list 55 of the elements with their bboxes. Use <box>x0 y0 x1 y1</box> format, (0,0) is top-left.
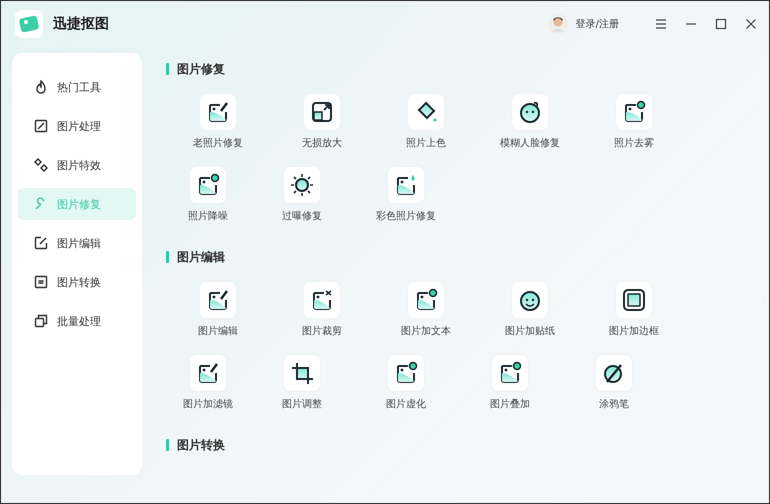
sidebar-item[interactable]: 热门工具 <box>18 71 136 103</box>
photo-drop-icon[interactable] <box>387 166 425 204</box>
photo-icon[interactable] <box>189 166 227 204</box>
flame-icon <box>34 80 48 94</box>
tool-label: 过曝修复 <box>282 210 322 223</box>
sidebar-item[interactable]: 图片特效 <box>18 149 136 181</box>
tool-label: 照片上色 <box>406 136 446 150</box>
menu-icon[interactable] <box>655 18 667 30</box>
photo-icon[interactable] <box>387 354 425 392</box>
close-icon[interactable] <box>745 18 757 30</box>
expand-icon[interactable] <box>303 93 341 131</box>
smiley-icon[interactable] <box>511 281 549 319</box>
square-pen-icon <box>34 119 48 133</box>
tool-label: 图片加滤镜 <box>183 398 233 411</box>
tool-label: 图片裁剪 <box>302 324 342 338</box>
tool-label: 老照片修复 <box>193 136 243 150</box>
layers-icon <box>34 314 48 328</box>
photo-plus-icon[interactable] <box>491 354 529 392</box>
sidebar-item[interactable]: 图片编辑 <box>18 227 136 259</box>
tool-label: 彩色照片修复 <box>376 210 436 223</box>
photo-scissors-icon[interactable] <box>303 281 341 319</box>
sidebar-item[interactable]: 图片转换 <box>18 266 136 298</box>
photo-icon[interactable] <box>615 93 653 131</box>
photo-brush-icon[interactable] <box>199 93 237 131</box>
tool-label: 图片调整 <box>282 398 322 411</box>
tool-label: 图片加边框 <box>609 324 659 338</box>
face-question-icon[interactable] <box>511 93 549 131</box>
tool-label: 图片叠加 <box>490 398 530 411</box>
tool-label: 涂鸦笔 <box>599 398 629 411</box>
section-title: 图片编辑 <box>177 248 225 266</box>
tool-label: 图片加贴纸 <box>505 324 555 338</box>
section-title: 图片修复 <box>177 60 225 78</box>
pen-icon <box>34 236 48 250</box>
app-title: 迅捷抠图 <box>53 15 109 33</box>
login-link[interactable]: 登录/注册 <box>576 17 619 31</box>
tool-label: 模糊人脸修复 <box>500 136 560 150</box>
tool-label: 图片加文本 <box>401 324 451 338</box>
sparkle-icon <box>34 158 48 172</box>
tool-label: 照片去雾 <box>614 136 654 150</box>
sidebar-item[interactable]: 批量处理 <box>18 305 136 337</box>
photo-wand-icon[interactable] <box>189 354 227 392</box>
frame-icon[interactable] <box>615 281 653 319</box>
tool-label: 无损放大 <box>302 136 342 150</box>
photo-pen-icon[interactable] <box>199 281 237 319</box>
app-logo-icon <box>15 10 43 38</box>
sidebar-item[interactable]: 图片处理 <box>18 110 136 142</box>
maximize-icon[interactable] <box>715 18 727 30</box>
sun-icon[interactable] <box>283 166 321 204</box>
section-title: 图片转换 <box>177 436 225 454</box>
avatar-icon[interactable] <box>548 14 568 34</box>
tool-label: 照片降噪 <box>188 210 228 223</box>
photo-icon[interactable] <box>407 281 445 319</box>
tool-label: 图片虚化 <box>386 398 426 411</box>
tool-label: 图片编辑 <box>198 324 238 338</box>
crop-icon[interactable] <box>283 354 321 392</box>
